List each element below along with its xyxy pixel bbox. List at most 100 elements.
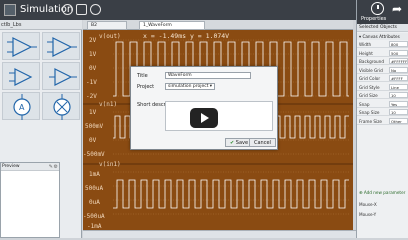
property-value-field[interactable]: #FFFFFF: [389, 58, 408, 64]
cancel-button-label: Cancel: [254, 140, 271, 146]
tick-label: 1V: [89, 51, 97, 58]
property-row: Frame Size Other: [357, 117, 408, 125]
app-window: Simulation ctIb_Lbs A Preview ✎ ⚙ B2 1_W…: [0, 0, 408, 238]
tick-label: 2V: [89, 37, 97, 44]
preview-title: Preview: [2, 164, 20, 169]
property-name: Grid Size: [359, 93, 378, 98]
project-field-label: Project: [137, 84, 155, 90]
trace-in1: [113, 179, 349, 209]
property-value-field[interactable]: 10: [389, 92, 408, 98]
library-title: ctIb_Lbs: [1, 22, 22, 28]
selected-objects-header: Selected Objects: [357, 24, 408, 32]
property-row: Background #FFFFFF: [357, 58, 408, 65]
opamp-tile[interactable]: [2, 32, 40, 60]
tick-label: 0V: [89, 137, 97, 144]
back-icon[interactable]: [62, 4, 73, 15]
opamp-small-icon: [9, 68, 33, 86]
svg-text:A: A: [19, 103, 25, 112]
gear-icon[interactable]: ⚙: [54, 164, 58, 170]
chevron-down-icon: ▾: [209, 84, 212, 89]
opamp-icon: [7, 37, 37, 57]
tab-b2[interactable]: B2: [87, 21, 127, 30]
library-header: ctIb_Lbs: [0, 20, 82, 30]
tick-label: -500mV: [83, 151, 105, 158]
title-field-label: Title: [137, 73, 148, 79]
property-row: Snap Size 10: [357, 109, 408, 116]
tick-label: 1mA: [89, 171, 100, 178]
property-value-field[interactable]: #FFFF: [389, 75, 408, 81]
clock-icon[interactable]: [371, 2, 384, 15]
opamp-small-tile[interactable]: [2, 62, 40, 90]
tick-label: 1V: [89, 109, 97, 116]
trace-label-out: v(out): [99, 33, 121, 40]
property-row: Snap Yes: [357, 100, 408, 108]
buffer-tile[interactable]: [42, 62, 80, 90]
property-name: Frame Size: [359, 118, 382, 124]
save-button-label: Save: [235, 140, 249, 146]
preview-header: Preview ✎ ⚙: [1, 163, 59, 171]
title-bar: Simulation: [0, 0, 408, 20]
menu-icon[interactable]: [76, 4, 87, 15]
property-name: Grid Style: [359, 84, 380, 90]
comparator-tile[interactable]: [42, 32, 80, 60]
properties-title: Properties: [361, 16, 387, 22]
play-button[interactable]: [190, 108, 218, 128]
property-value-field[interactable]: 500: [389, 49, 408, 56]
tick-label: 500mV: [85, 123, 103, 130]
description-field[interactable]: [165, 101, 273, 131]
lamp-tile[interactable]: [42, 92, 80, 120]
trace-label-in1: v(in1): [99, 161, 121, 168]
tick-label: 0uA: [89, 199, 100, 206]
ammeter-icon: A: [13, 94, 31, 120]
property-row: Visible Grid No: [357, 66, 408, 74]
canvas-attributes-section[interactable]: ▾ Canvas Attributes: [357, 33, 408, 40]
property-value-field[interactable]: 800: [389, 41, 408, 47]
tick-label: 0V: [89, 65, 97, 72]
mouse-x-label: Mouse-X: [359, 202, 377, 207]
component-library-panel: ctIb_Lbs A Preview ✎ ⚙: [0, 20, 82, 238]
property-value-field[interactable]: Other: [389, 117, 408, 124]
property-name: Visible Grid: [359, 67, 383, 73]
pencil-icon[interactable]: ✎: [49, 164, 53, 170]
trace-label-n1: v(n1): [99, 101, 117, 108]
property-name: Height: [359, 50, 373, 56]
add-parameter-label: Add new parameter: [363, 190, 406, 195]
property-value-field[interactable]: No: [389, 66, 408, 73]
property-name: Background: [359, 59, 384, 64]
project-select-value: simulation project: [168, 84, 209, 89]
property-value-field[interactable]: 10: [389, 109, 408, 115]
tick-label: 500uA: [85, 185, 103, 192]
add-parameter-link[interactable]: ⊕ Add new parameter: [359, 190, 405, 195]
ammeter-tile[interactable]: A: [2, 92, 40, 120]
properties-panel: Properties Selected Objects ▾ Canvas Att…: [356, 0, 408, 238]
property-value-field[interactable]: Yes: [389, 100, 408, 107]
tick-label: -1mA: [87, 223, 102, 230]
tab-waveform[interactable]: 1_WaveForm: [139, 21, 205, 30]
mouse-y-label: Mouse-Y: [359, 212, 377, 217]
buffer-icon: [49, 68, 77, 86]
property-row: Height 500: [357, 49, 408, 57]
app-icon: [4, 4, 16, 16]
tick-label: -500uA: [83, 213, 105, 220]
tab-strip: B2 1_WaveForm: [83, 20, 353, 30]
forward-icon[interactable]: [90, 4, 101, 15]
tick-label: -2V: [86, 93, 97, 100]
property-row: Grid Size 10: [357, 92, 408, 99]
property-value-field[interactable]: Line: [389, 83, 408, 90]
tick-label: -1V: [86, 79, 97, 86]
property-row: Width 800: [357, 41, 408, 48]
check-icon: ✔: [230, 140, 235, 146]
preview-panel: Preview ✎ ⚙: [0, 162, 60, 238]
property-row: Grid Color #FFFF: [357, 75, 408, 82]
comparator-icon: [47, 37, 77, 57]
tab-label: 1_WaveForm: [143, 23, 172, 28]
project-select[interactable]: simulation project ▾: [165, 83, 215, 90]
property-row: Grid Style Line: [357, 83, 408, 91]
cursor-readout: x = -1.49ms y = 1.074V: [143, 32, 229, 40]
share-icon[interactable]: ➦: [392, 2, 402, 16]
title-field[interactable]: WaveForm: [165, 72, 251, 79]
property-name: Grid Color: [359, 76, 381, 81]
status-bar: [83, 230, 356, 238]
cancel-button[interactable]: Cancel: [249, 138, 276, 147]
property-name: Snap Size: [359, 110, 380, 115]
